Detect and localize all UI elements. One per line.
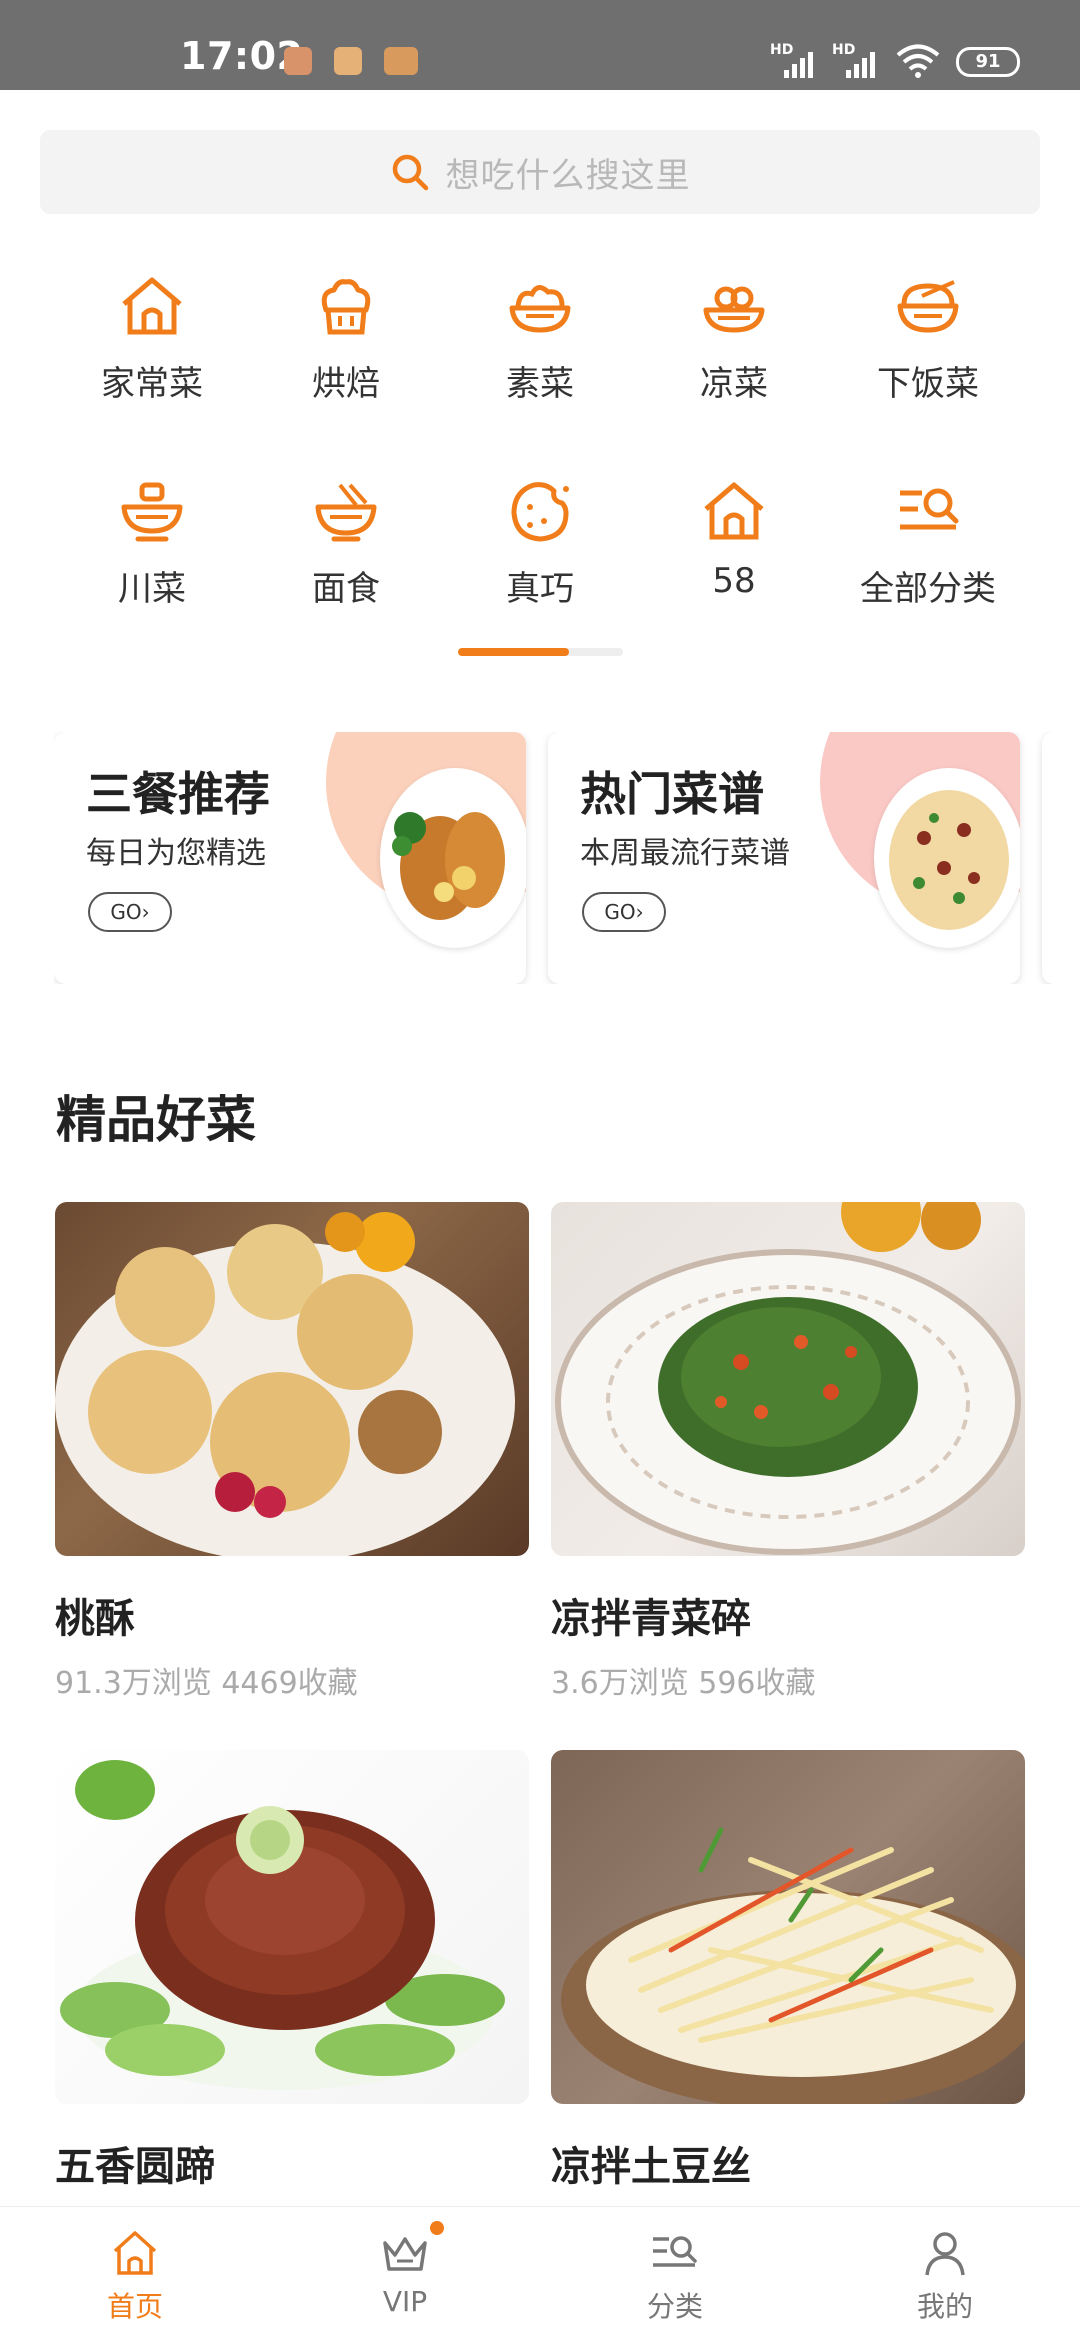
recipe-name: 五香圆蹄	[55, 2144, 215, 2190]
go-button[interactable]: GO›	[582, 892, 666, 932]
nav-profile[interactable]: 我的	[810, 2207, 1080, 2340]
notification-send-icon	[334, 47, 362, 75]
feature-subtitle: 每日为您精选	[86, 836, 266, 871]
wifi-icon	[896, 44, 940, 78]
category-sichuan[interactable]: 川菜	[55, 475, 249, 680]
battery-icon: 91	[956, 47, 1020, 77]
recipe-card[interactable]: 凉拌青菜碎 3.6万浏览 596收藏	[551, 1202, 1025, 1702]
category-noodle[interactable]: 面食	[249, 475, 443, 680]
nav-category[interactable]: 分类	[540, 2207, 810, 2340]
rice-dish-icon	[897, 280, 959, 333]
feature-food-image	[874, 768, 1020, 948]
feature-card-partial[interactable]	[1042, 732, 1080, 984]
recipe-photo	[551, 1750, 1025, 2104]
category-page-indicator	[458, 648, 623, 656]
feature-title: 热门菜谱	[580, 767, 764, 821]
category-baking[interactable]: 烘焙	[249, 270, 443, 475]
recipe-card[interactable]: 凉拌土豆丝	[551, 1750, 1025, 2206]
feature-carousel[interactable]: 三餐推荐 每日为您精选 GO› 热门菜谱 本周最流行菜谱 GO›	[54, 732, 1080, 984]
search-icon	[392, 154, 428, 191]
feature-food-image	[380, 768, 526, 948]
category-home-cooking[interactable]: 家常菜	[55, 270, 249, 475]
all-categories-icon	[900, 488, 959, 530]
notification-eye-icon	[384, 47, 418, 75]
recipe-stats: 3.6万浏览 596收藏	[551, 1666, 816, 1701]
noodle-icon	[315, 483, 377, 542]
nav-vip[interactable]: VIP	[270, 2207, 540, 2340]
recipe-name: 桃酥	[55, 1596, 135, 1642]
category-page-indicator-fill	[458, 648, 569, 656]
home-cooking-icon	[704, 482, 764, 540]
recipe-photo	[551, 1202, 1025, 1556]
feature-subtitle: 本周最流行菜谱	[580, 836, 790, 871]
recipe-photo	[55, 1202, 529, 1556]
nav-home[interactable]: 首页	[0, 2207, 270, 2340]
home-cooking-icon	[122, 277, 182, 335]
go-button[interactable]: GO›	[88, 892, 172, 932]
category-vegetable[interactable]: 素菜	[443, 270, 637, 475]
cold-dish-icon	[703, 286, 765, 333]
feature-card-meals[interactable]: 三餐推荐 每日为您精选 GO›	[54, 732, 526, 984]
crown-icon	[383, 2237, 427, 2271]
section-title: 精品好菜	[56, 1091, 256, 1149]
category-rice-dish[interactable]: 下饭菜	[831, 270, 1025, 475]
recipe-card[interactable]: 五香圆蹄	[55, 1750, 529, 2206]
vegetable-icon	[509, 285, 571, 333]
baking-icon	[321, 279, 371, 335]
cell-signal-icon: HD	[770, 42, 826, 78]
status-bar: 17:02 HD HD 91	[0, 0, 1080, 90]
search-input[interactable]: 想吃什么搜这里	[40, 130, 1040, 214]
category-58[interactable]: 58	[637, 475, 831, 680]
search-placeholder: 想吃什么搜这里	[445, 155, 691, 196]
recipe-name: 凉拌青菜碎	[551, 1596, 751, 1642]
bottom-nav: 首页 VIP 分类 我的	[0, 2206, 1080, 2340]
recipe-name: 凉拌土豆丝	[551, 2144, 751, 2190]
feature-title: 三餐推荐	[86, 767, 270, 821]
user-icon	[925, 2232, 965, 2276]
category-row: 家常菜 烘焙 素菜 凉菜 下饭菜	[55, 270, 1025, 475]
notification-dot	[430, 2221, 444, 2235]
sichuan-icon	[121, 482, 183, 542]
recipe-card[interactable]: 桃酥 91.3万浏览 4469收藏	[55, 1202, 529, 1702]
home-icon	[113, 2231, 157, 2275]
recipe-stats: 91.3万浏览 4469收藏	[55, 1666, 358, 1701]
notification-app-icon	[284, 47, 312, 75]
recipe-photo	[55, 1750, 529, 2104]
feature-card-popular[interactable]: 热门菜谱 本周最流行菜谱 GO›	[548, 732, 1020, 984]
cell-signal-icon: HD	[832, 42, 888, 78]
category-all[interactable]: 全部分类	[831, 475, 1025, 680]
category-icon	[653, 2236, 697, 2267]
cookie-icon	[511, 482, 569, 542]
category-grid: 家常菜 烘焙 素菜 凉菜 下饭菜 川菜 面食 真巧 58 全部分类	[55, 270, 1025, 680]
category-cold-dish[interactable]: 凉菜	[637, 270, 831, 475]
